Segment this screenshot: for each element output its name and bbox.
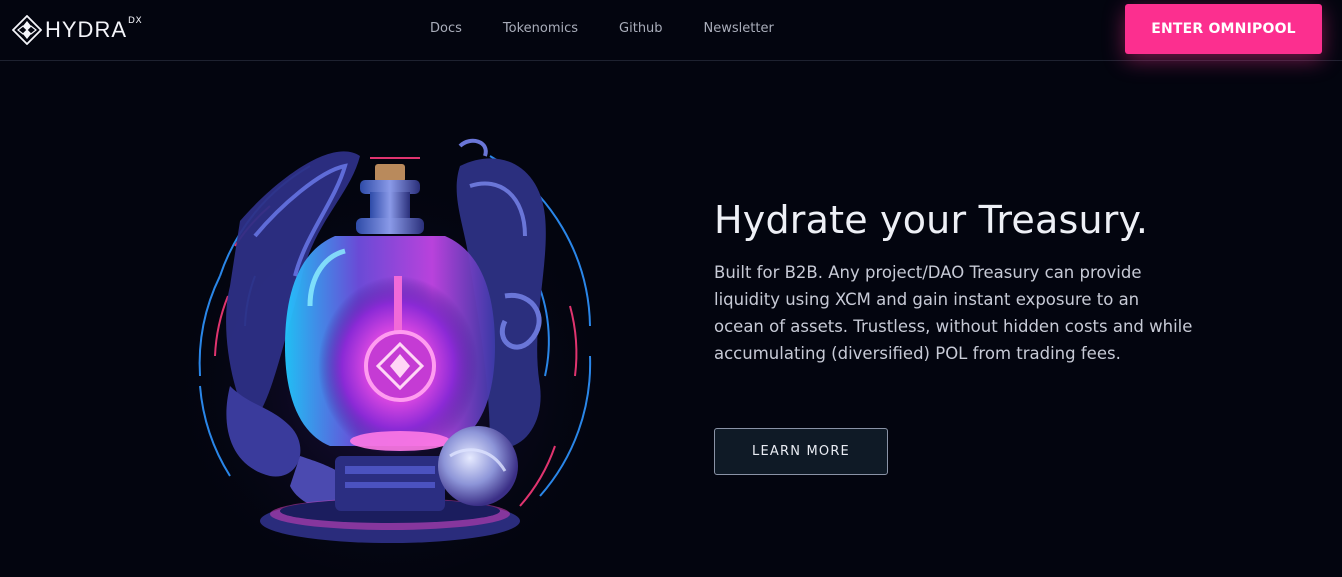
nav-link-docs[interactable]: Docs: [430, 21, 462, 36]
hydradx-logo-icon: [12, 15, 42, 45]
learn-more-button[interactable]: LEARN MORE: [714, 428, 888, 475]
nav-link-newsletter[interactable]: Newsletter: [704, 21, 774, 36]
brand-logo[interactable]: HYDRA DX: [12, 14, 142, 46]
hero-section: Hydrate your Treasury. Built for B2B. An…: [714, 198, 1194, 367]
brand-name: HYDRA: [45, 17, 128, 42]
main-nav: Docs Tokenomics Github Newsletter: [430, 21, 815, 36]
enter-omnipool-button[interactable]: ENTER OMNIPOOL: [1125, 4, 1322, 54]
hero-description: Built for B2B. Any project/DAO Treasury …: [714, 263, 1193, 363]
nav-link-tokenomics[interactable]: Tokenomics: [503, 21, 578, 36]
top-header: HYDRA DX Docs Tokenomics Github Newslett…: [0, 0, 1342, 61]
glowing-potion-bottle-illustration: [160, 126, 620, 576]
brand-superscript: DX: [128, 16, 143, 26]
hero-title: Hydrate your Treasury.: [714, 198, 1149, 242]
nav-link-github[interactable]: Github: [619, 21, 663, 36]
